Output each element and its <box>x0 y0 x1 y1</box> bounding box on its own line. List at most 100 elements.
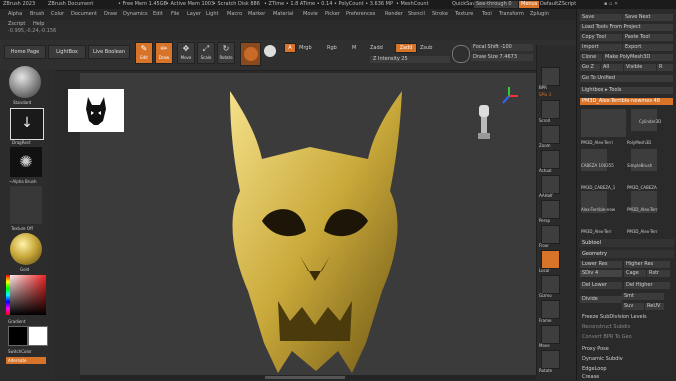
menu-light[interactable]: Light <box>206 11 218 17</box>
lightbox-button[interactable]: LightBox <box>48 45 86 59</box>
menus-button[interactable]: Menus <box>519 1 540 8</box>
brush-preview-icon[interactable] <box>9 66 41 98</box>
load-tools-button[interactable]: Load Tools From Project <box>580 24 673 31</box>
clone-button[interactable]: Clone <box>580 54 602 61</box>
menu-marker[interactable]: Marker <box>248 11 265 17</box>
actual-button[interactable] <box>541 150 560 169</box>
defaultscript-button[interactable]: DefaultZScript <box>540 1 576 7</box>
divide-button[interactable]: Divide <box>580 296 622 303</box>
color-picker[interactable] <box>6 275 46 315</box>
save-next-button[interactable]: Save Next <box>623 14 673 21</box>
material-preview-icon[interactable] <box>10 233 42 265</box>
scroll-button[interactable] <box>541 100 560 119</box>
goz-button[interactable]: Go Z <box>580 64 600 71</box>
scale-button[interactable]: ⤢ Scale <box>197 42 215 64</box>
draw-size-dial-icon[interactable] <box>452 45 470 63</box>
aahalf-button[interactable] <box>541 175 560 194</box>
window-controls-icon[interactable]: ▪ ▫ ✕ <box>604 1 618 7</box>
dynamic-subdiv-button[interactable]: Dynamic Subdiv <box>580 355 674 363</box>
texture-preview[interactable] <box>10 186 42 224</box>
menu-edit[interactable]: Edit <box>153 11 163 17</box>
main-color-swatch[interactable] <box>8 326 28 346</box>
rstr-button[interactable]: Rstr <box>647 270 670 277</box>
zsub-toggle[interactable]: Zsub <box>420 45 432 51</box>
freeze-subdiv-button[interactable]: Freeze SubDivision Levels <box>580 313 674 321</box>
menu-macro[interactable]: Macro <box>227 11 242 17</box>
cage-button[interactable]: Cage <box>624 270 646 277</box>
secondary-color-swatch[interactable] <box>28 326 48 346</box>
menu-stencil[interactable]: Stencil <box>408 11 425 17</box>
menu-zplugin[interactable]: Zplugin <box>530 11 549 17</box>
menu-material[interactable]: Material <box>273 11 293 17</box>
menu-movie[interactable]: Movie <box>303 11 318 17</box>
goto-unified-button[interactable]: Go To Unified <box>580 75 673 82</box>
alpha-preview[interactable]: ✺ <box>10 147 42 177</box>
switchcolor-button[interactable]: SwitchColor <box>8 349 32 354</box>
material-swatch-button[interactable] <box>240 42 261 66</box>
rgb-toggle[interactable]: Rgb <box>327 45 337 51</box>
frame-button[interactable] <box>541 300 560 319</box>
menu-color[interactable]: Color <box>51 11 64 17</box>
move-button[interactable]: ✥ Move <box>177 42 195 64</box>
draw-size-slider[interactable]: Draw Size 7.4673 <box>471 54 533 61</box>
sdiv-slider[interactable]: SDiv 4 <box>580 270 622 277</box>
geometry-header[interactable]: Geometry <box>580 250 674 258</box>
reconstruct-subdiv-button[interactable]: Reconstruct Subdiv <box>580 323 674 331</box>
a-toggle[interactable]: A <box>284 43 296 53</box>
spix-label[interactable]: SPix 3 <box>539 92 573 97</box>
zadd-toggle[interactable]: Zadd <box>395 43 417 53</box>
menu-tool[interactable]: Tool <box>482 11 492 17</box>
import-button[interactable]: Import <box>580 44 622 51</box>
m-toggle[interactable]: M <box>352 45 356 51</box>
lightbox-tools-button[interactable]: Lightbox ▸ Tools <box>580 87 673 94</box>
make-polymesh-button[interactable]: Make PolyMesh3D <box>603 54 673 61</box>
copy-tool-button[interactable]: Copy Tool <box>580 34 622 41</box>
mrgb-toggle[interactable]: Mrgb <box>299 45 312 51</box>
stroke-preview[interactable]: ↓ <box>10 108 44 140</box>
rotate-view-button[interactable] <box>541 350 560 369</box>
smt-toggle[interactable]: Smt <box>622 293 664 300</box>
menu-file[interactable]: File <box>171 11 179 17</box>
convert-bpr-button[interactable]: Convert BPR To Geo <box>580 333 674 341</box>
orientation-gizmo-icon[interactable] <box>498 85 520 107</box>
zintensity-slider[interactable]: Z Intensity 25 <box>370 56 450 63</box>
edit-button[interactable]: ✎ Edit <box>135 42 153 64</box>
del-lower-button[interactable]: Del Lower <box>580 282 622 289</box>
edgeloop-button[interactable]: EdgeLoop <box>580 365 674 373</box>
gizmo-button[interactable] <box>541 275 560 294</box>
menu-texture[interactable]: Texture <box>455 11 473 17</box>
persp-button[interactable] <box>541 200 560 219</box>
hue-strip[interactable] <box>6 275 10 315</box>
paste-tool-button[interactable]: Paste Tool <box>623 34 673 41</box>
bpr-button[interactable] <box>541 67 560 86</box>
all-button[interactable]: All <box>601 64 623 71</box>
crease-button[interactable]: Crease <box>580 373 674 380</box>
menu-preferences[interactable]: Preferences <box>346 11 375 17</box>
draw-button[interactable]: ✏ Draw <box>155 42 173 64</box>
r-button[interactable]: R <box>657 64 673 71</box>
move-view-button[interactable] <box>541 325 560 344</box>
bottom-scrollbar[interactable] <box>265 376 345 379</box>
menu-render[interactable]: Render <box>385 11 403 17</box>
reuv-toggle[interactable]: ReUV <box>645 303 664 310</box>
tool-thumb[interactable] <box>581 109 626 137</box>
proxy-pose-button[interactable]: Proxy Pose <box>580 345 674 353</box>
active-tool-slider[interactable]: PM3D_Alex-Terrible-newmes 48 <box>580 98 673 105</box>
menu-document[interactable]: Document <box>71 11 97 17</box>
save-button[interactable]: Save <box>580 14 622 21</box>
sphere-mode-icon[interactable] <box>264 45 276 57</box>
del-higher-button[interactable]: Del Higher <box>624 282 670 289</box>
menu-dynamics[interactable]: Dynamics <box>123 11 148 17</box>
menu-transform[interactable]: Transform <box>499 11 524 17</box>
focal-shift-slider[interactable]: Focal Shift -100 <box>471 44 533 51</box>
zoom-button[interactable] <box>541 125 560 144</box>
menu-alpha[interactable]: Alpha <box>8 11 22 17</box>
seethrough-slider[interactable]: See-through 0 <box>474 1 518 8</box>
home-page-button[interactable]: Home Page <box>4 45 46 59</box>
live-boolean-button[interactable]: Live Boolean <box>88 45 130 59</box>
local-button[interactable] <box>541 250 560 269</box>
rotate-button[interactable]: ↻ Rotate <box>217 42 235 64</box>
zadd-label[interactable]: Zadd <box>370 45 383 51</box>
higher-res-button[interactable]: Higher Res <box>624 261 670 268</box>
subtool-header[interactable]: Subtool <box>580 239 674 247</box>
